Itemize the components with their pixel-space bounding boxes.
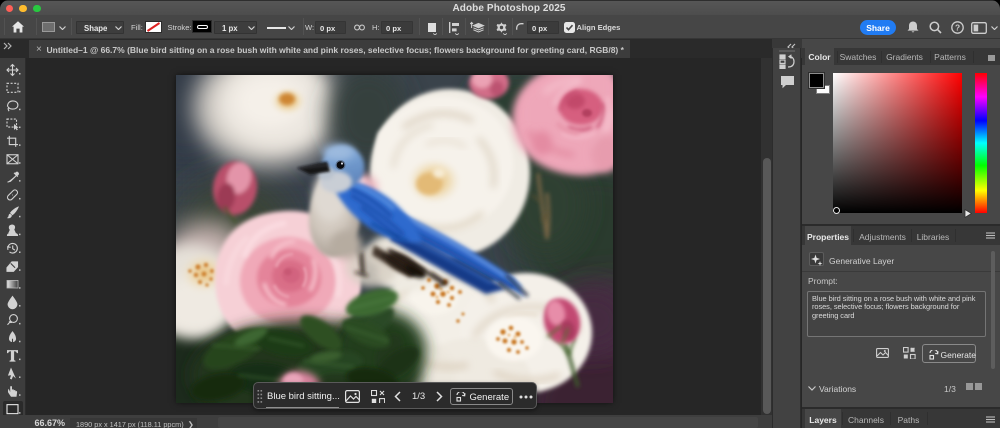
svg-text:?: ? xyxy=(955,22,960,32)
